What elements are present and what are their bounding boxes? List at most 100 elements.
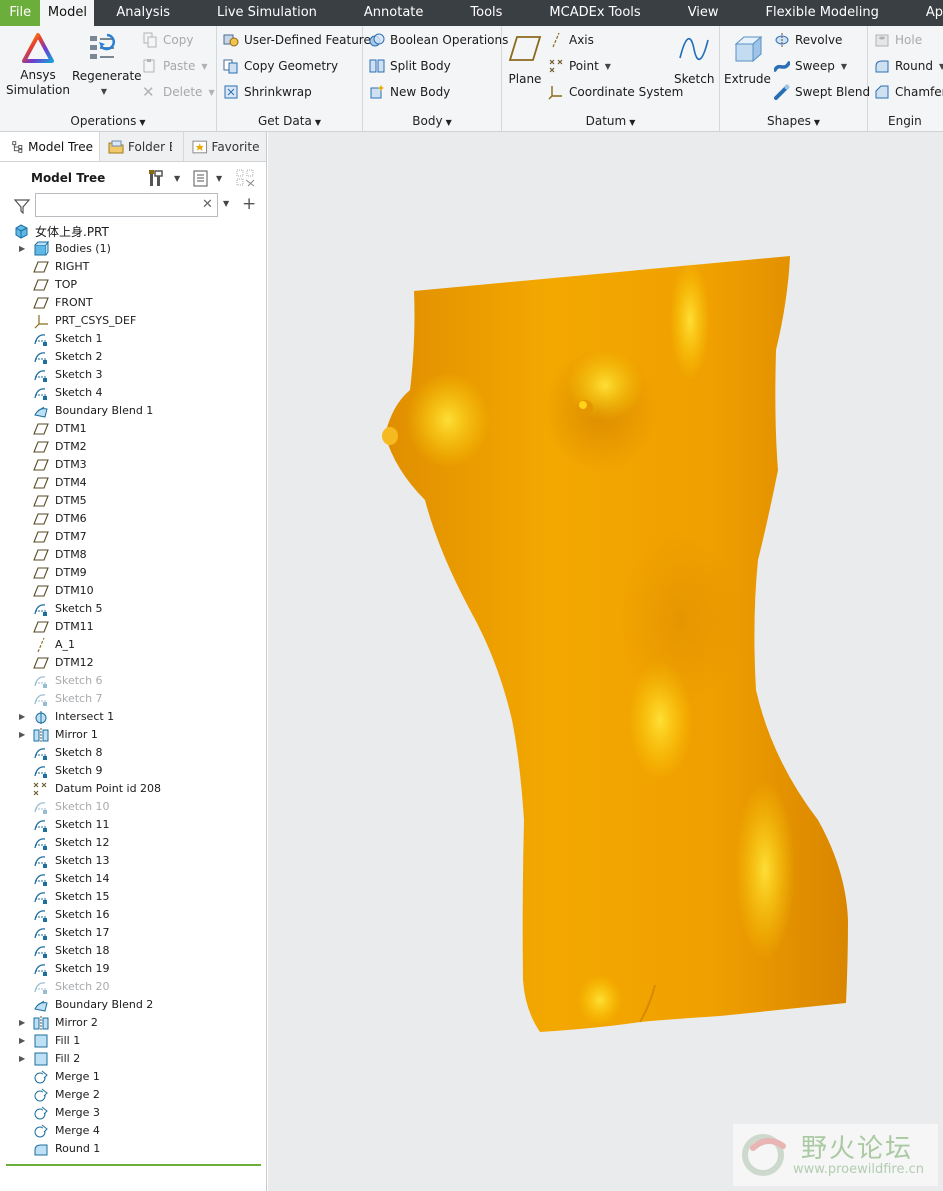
filter-funnel-icon[interactable] [14, 198, 30, 214]
coordinate-system-button[interactable]: Coordinate System [548, 84, 683, 100]
tree-item[interactable]: Sketch 7 [0, 690, 266, 708]
tree-item[interactable]: Merge 3 [0, 1104, 266, 1122]
tree-item[interactable]: DTM9 [0, 564, 266, 582]
paste-button[interactable]: Paste ▼ [142, 58, 208, 74]
body-group-label[interactable]: Body ▼ [363, 114, 501, 128]
tab-live-simulation[interactable]: Live Simulation [217, 0, 317, 26]
tree-item[interactable]: DTM4 [0, 474, 266, 492]
tree-item[interactable]: ▶ Intersect 1 [0, 708, 266, 726]
tree-item[interactable]: Sketch 5 [0, 600, 266, 618]
plane-button[interactable]: Plane [506, 32, 544, 87]
tree-item[interactable]: Sketch 3 [0, 366, 266, 384]
regenerate-button[interactable]: Regenerate ▼ [72, 32, 142, 99]
expand-arrow-icon[interactable]: ▶ [19, 1036, 25, 1045]
tree-item[interactable]: Merge 2 [0, 1086, 266, 1104]
tab-model[interactable]: Model [40, 0, 95, 26]
tab-analysis[interactable]: Analysis [116, 0, 170, 26]
swept-blend-button[interactable]: Swept Blend [774, 84, 870, 100]
tab-favorites[interactable]: Favorite [184, 132, 266, 161]
tab-model-tree[interactable]: Model Tree [0, 132, 100, 161]
shapes-group-label[interactable]: Shapes ▼ [720, 114, 867, 128]
tree-item[interactable]: Datum Point id 208 [0, 780, 266, 798]
tree-settings-dropdown[interactable]: ▼ [174, 174, 180, 183]
tree-item[interactable]: Sketch 14 [0, 870, 266, 888]
insert-here-indicator[interactable] [6, 1164, 261, 1166]
sweep-button[interactable]: Sweep ▼ [774, 58, 847, 74]
round-button[interactable]: Round▼ [874, 58, 943, 74]
tree-item[interactable]: Sketch 10 [0, 798, 266, 816]
tree-item[interactable]: ▶ Mirror 2 [0, 1014, 266, 1032]
tree-item[interactable]: DTM12 [0, 654, 266, 672]
tree-columns-icon[interactable] [236, 168, 256, 188]
tree-item[interactable]: Sketch 2 [0, 348, 266, 366]
point-button[interactable]: Point ▼ [548, 58, 611, 74]
clear-search-icon[interactable]: ✕ [202, 197, 213, 212]
extrude-button[interactable]: Extrude [724, 32, 771, 87]
revolve-button[interactable]: Revolve [774, 32, 842, 48]
tree-item[interactable]: ▶ Fill 1 [0, 1032, 266, 1050]
tree-show-icon[interactable] [191, 168, 211, 188]
regenerate-dropdown-arrow[interactable]: ▼ [72, 84, 136, 99]
tree-search-input[interactable] [35, 193, 218, 217]
datum-group-label[interactable]: Datum ▼ [502, 114, 719, 128]
tree-item[interactable]: DTM3 [0, 456, 266, 474]
expand-arrow-icon[interactable]: ▶ [19, 1018, 25, 1027]
tree-item[interactable]: Sketch 17 [0, 924, 266, 942]
copy-geometry-button[interactable]: Copy Geometry [223, 58, 338, 74]
tree-item[interactable]: Sketch 9 [0, 762, 266, 780]
tree-item[interactable]: DTM11 [0, 618, 266, 636]
copy-button[interactable]: Copy [142, 32, 193, 48]
tree-item[interactable]: Sketch 20 [0, 978, 266, 996]
tab-flexible-modeling[interactable]: Flexible Modeling [766, 0, 879, 26]
tree-item[interactable]: DTM5 [0, 492, 266, 510]
ansys-simulation-button[interactable]: Ansys Simulation [4, 32, 72, 98]
tree-item[interactable]: ▶ Bodies (1) [0, 240, 266, 258]
tree-item[interactable]: PRT_CSYS_DEF [0, 312, 266, 330]
tree-show-dropdown[interactable]: ▼ [216, 174, 222, 183]
tree-item[interactable]: Boundary Blend 1 [0, 402, 266, 420]
tree-item[interactable]: Sketch 18 [0, 942, 266, 960]
tree-item[interactable]: Sketch 6 [0, 672, 266, 690]
graphics-viewport[interactable] [268, 132, 943, 1191]
tree-item[interactable]: TOP [0, 276, 266, 294]
tree-item[interactable]: DTM10 [0, 582, 266, 600]
tree-item[interactable]: A_1 [0, 636, 266, 654]
tab-annotate[interactable]: Annotate [364, 0, 423, 26]
split-body-button[interactable]: Split Body [369, 58, 451, 74]
tree-root-part[interactable]: 女体上身.PRT [0, 222, 266, 240]
tree-item[interactable]: Sketch 8 [0, 744, 266, 762]
tree-item[interactable]: Sketch 12 [0, 834, 266, 852]
get-data-group-label[interactable]: Get Data ▼ [217, 114, 362, 128]
axis-button[interactable]: Axis [548, 32, 594, 48]
tree-item[interactable]: Round 1 [0, 1140, 266, 1158]
tab-apps[interactable]: Ap [926, 0, 943, 26]
tree-item[interactable]: DTM6 [0, 510, 266, 528]
tree-item[interactable]: Sketch 19 [0, 960, 266, 978]
expand-arrow-icon[interactable]: ▶ [19, 730, 25, 739]
tree-item[interactable]: Sketch 11 [0, 816, 266, 834]
tab-view[interactable]: View [688, 0, 719, 26]
tree-item[interactable]: DTM7 [0, 528, 266, 546]
tree-item[interactable]: DTM2 [0, 438, 266, 456]
expand-arrow-icon[interactable]: ▶ [19, 1054, 25, 1063]
torso-3d-model[interactable] [268, 132, 943, 1191]
tab-folder-browser[interactable]: Folder B [100, 132, 184, 161]
tree-item[interactable]: Boundary Blend 2 [0, 996, 266, 1014]
tree-settings-tools-icon[interactable] [147, 168, 167, 188]
tree-item[interactable]: Sketch 13 [0, 852, 266, 870]
tree-item[interactable]: Merge 4 [0, 1122, 266, 1140]
tree-item[interactable]: Merge 1 [0, 1068, 266, 1086]
sketch-button[interactable]: Sketch [674, 32, 714, 87]
new-body-button[interactable]: New Body [369, 84, 450, 100]
chamfer-button[interactable]: Chamfer [874, 84, 943, 100]
tree-item[interactable]: DTM8 [0, 546, 266, 564]
tree-item[interactable]: Sketch 1 [0, 330, 266, 348]
tree-item[interactable]: Sketch 16 [0, 906, 266, 924]
tree-item[interactable]: ▶ Mirror 1 [0, 726, 266, 744]
tab-tools[interactable]: Tools [470, 0, 502, 26]
expand-arrow-icon[interactable]: ▶ [19, 244, 25, 253]
tree-item[interactable]: ▶ Fill 2 [0, 1050, 266, 1068]
tab-mcadex-tools[interactable]: MCADEx Tools [549, 0, 640, 26]
tree-item[interactable]: RIGHT [0, 258, 266, 276]
add-filter-plus-icon[interactable]: + [242, 194, 256, 214]
